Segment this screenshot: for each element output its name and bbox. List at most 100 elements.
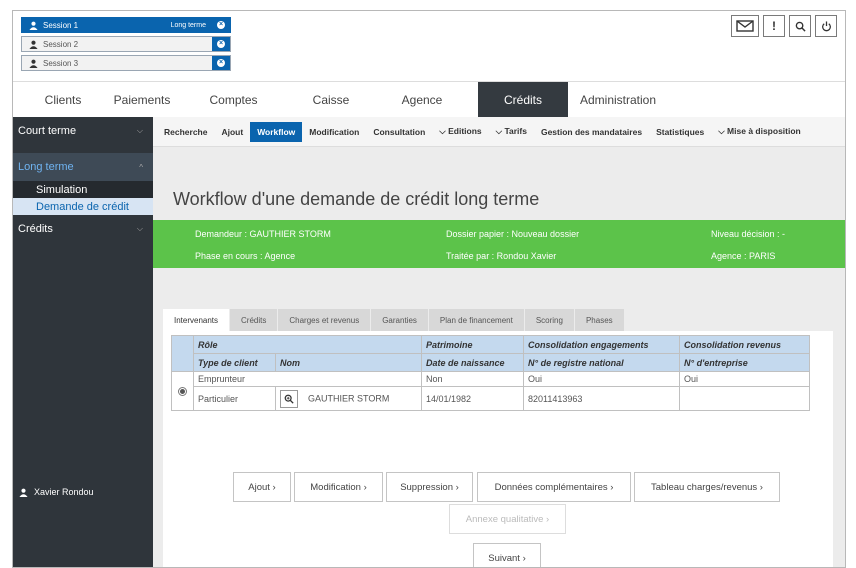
tab-bar: Intervenants Crédits Charges et revenus … (163, 309, 625, 331)
nav-paiements[interactable]: Paiements (113, 82, 171, 118)
tab-plan-financement[interactable]: Plan de financement (428, 309, 525, 331)
modification-button[interactable]: Modification › (294, 472, 383, 502)
tab-intervenants[interactable]: Intervenants (163, 309, 231, 331)
sidebar-item-demande[interactable]: Demande de crédit (13, 198, 153, 215)
radio-selected[interactable] (178, 387, 187, 396)
nav-agence[interactable]: Agence (366, 82, 478, 118)
session-tab-1[interactable]: Session 1 Long terme × (21, 17, 231, 33)
cell-type-client: Particulier (193, 386, 276, 411)
nav-credits[interactable]: Crédits (478, 82, 568, 118)
chevron-down-icon: ⌵ (136, 126, 143, 135)
main-nav: Clients Paiements Comptes Caisse Agence … (13, 81, 845, 118)
sidebar-item-simulation[interactable]: Simulation (13, 181, 153, 198)
banner-niveau: Niveau décision : - (711, 229, 786, 239)
column-header: Rôle (193, 335, 422, 354)
cell-role: Emprunteur (193, 371, 422, 387)
column-header: Patrimoine (421, 335, 524, 354)
banner-demandeur: Demandeur : GAUTHIER STORM (195, 229, 331, 239)
mail-icon[interactable] (731, 15, 759, 37)
column-header: Consolidation revenus (679, 335, 810, 354)
subnav-workflow[interactable]: Workflow (250, 121, 303, 142)
annexe-qualitative-button[interactable]: Annexe qualitative › (449, 504, 566, 534)
banner-dossier: Dossier papier : Nouveau dossier (446, 229, 580, 239)
sidebar-item-label: Court terme (18, 125, 77, 137)
close-icon[interactable]: × (212, 37, 230, 51)
user-icon (26, 21, 40, 30)
ajout-button[interactable]: Ajout › (233, 472, 291, 502)
tab-garanties[interactable]: Garanties (371, 309, 429, 331)
column-header: Consolidation engagements (523, 335, 680, 354)
cell-consolidation-revenus: Oui (679, 371, 810, 387)
tab-phases[interactable]: Phases (574, 309, 625, 331)
subnav-statistiques[interactable]: Statistiques (649, 122, 711, 142)
subnav-modification[interactable]: Modification (302, 122, 366, 142)
row-select[interactable] (171, 371, 194, 411)
alert-icon[interactable]: ! (763, 15, 785, 37)
user-icon (26, 40, 40, 49)
client-name: GAUTHIER STORM (308, 392, 390, 403)
table-row[interactable]: Emprunteur Non Oui Oui (171, 371, 810, 411)
subnav-consultation[interactable]: Consultation (366, 122, 432, 142)
sidebar-item-long-terme[interactable]: Long terme ^ (13, 153, 153, 181)
sidebar-item-court-terme[interactable]: Court terme ⌵ (13, 117, 153, 145)
session-tab-3[interactable]: Session 3 × (21, 55, 231, 71)
cell-entreprise (679, 386, 810, 411)
cell-registre-national: 82011413963 (523, 386, 680, 411)
column-header: N° de registre national (523, 353, 680, 372)
table-row[interactable]: Particulier GAUTHIER STORM 14/01/1982 82… (172, 386, 810, 411)
nav-administration[interactable]: Administration (568, 82, 668, 118)
user-icon (26, 59, 40, 68)
intervenants-table: Rôle Patrimoine Consolidation engagement… (171, 335, 810, 411)
nav-caisse[interactable]: Caisse (296, 82, 366, 118)
sidebar-item-credits[interactable]: Crédits ⌵ (13, 215, 153, 243)
banner-phase: Phase en cours : Agence (195, 251, 296, 261)
subnav-mise-a-disposition[interactable]: ⌵ Mise à disposition (711, 122, 807, 142)
user-name: Xavier Rondou (34, 487, 94, 497)
banner-agence: Agence : PARIS (711, 251, 776, 261)
close-icon[interactable]: × (212, 18, 230, 32)
sidebar-item-label: Crédits (18, 223, 53, 235)
subnav-mandataires[interactable]: Gestion des mandataires (534, 122, 649, 142)
tab-charges-revenus[interactable]: Charges et revenus (278, 309, 372, 331)
banner-traitee: Traitée par : Rondou Xavier (446, 251, 557, 261)
nav-comptes[interactable]: Comptes (171, 82, 296, 118)
subnav-ajout[interactable]: Ajout (214, 122, 250, 142)
app-window: Session 1 Long terme × Session 2 × Sessi… (12, 10, 846, 568)
select-column-header (171, 335, 194, 372)
suivant-button[interactable]: Suivant › (473, 543, 541, 567)
tab-scoring[interactable]: Scoring (524, 309, 575, 331)
zoom-icon[interactable] (280, 389, 298, 408)
session-tab-2[interactable]: Session 2 × (21, 36, 231, 52)
subnav-editions[interactable]: ⌵ Editions (432, 122, 488, 142)
cell-nom: GAUTHIER STORM (275, 386, 422, 411)
sidebar-item-label: Long terme (18, 161, 74, 173)
search-icon[interactable] (789, 15, 811, 37)
subnav-tarifs[interactable]: ⌵ Tarifs (489, 122, 534, 142)
chevron-down-icon: ⌵ (136, 224, 143, 233)
session-term: Long terme (170, 21, 206, 29)
subnav-recherche[interactable]: Recherche (157, 122, 214, 142)
power-icon[interactable] (815, 15, 837, 37)
sidebar: Court terme ⌵ Long terme ^ Simulation De… (13, 117, 153, 567)
tableau-charges-revenus-button[interactable]: Tableau charges/revenus › (634, 472, 780, 502)
status-banner: Demandeur : GAUTHIER STORM Dossier papie… (153, 220, 845, 268)
session-label: Session 1 (43, 20, 79, 30)
column-header: Nom (275, 353, 422, 372)
suppression-button[interactable]: Suppression › (386, 472, 473, 502)
column-header: N° d'entreprise (679, 353, 810, 372)
close-icon[interactable]: × (212, 56, 230, 70)
cell-consolidation-engagements: Oui (523, 371, 680, 387)
sub-nav: Recherche Ajout Workflow Modification Co… (153, 117, 845, 147)
cell-patrimoine: Non (421, 371, 524, 387)
page-title: Workflow d'une demande de crédit long te… (173, 189, 540, 209)
current-user[interactable]: Xavier Rondou (19, 487, 94, 497)
session-list: Session 1 Long terme × Session 2 × Sessi… (21, 17, 231, 74)
nav-clients[interactable]: Clients (13, 82, 113, 118)
tab-credits[interactable]: Crédits (230, 309, 279, 331)
session-label: Session 3 (43, 58, 79, 68)
donnees-complementaires-button[interactable]: Données complémentaires › (477, 472, 631, 502)
column-header: Type de client (193, 353, 276, 372)
cell-date-naissance: 14/01/1982 (421, 386, 524, 411)
session-label: Session 2 (43, 39, 79, 49)
toolbar: ! (731, 15, 837, 37)
